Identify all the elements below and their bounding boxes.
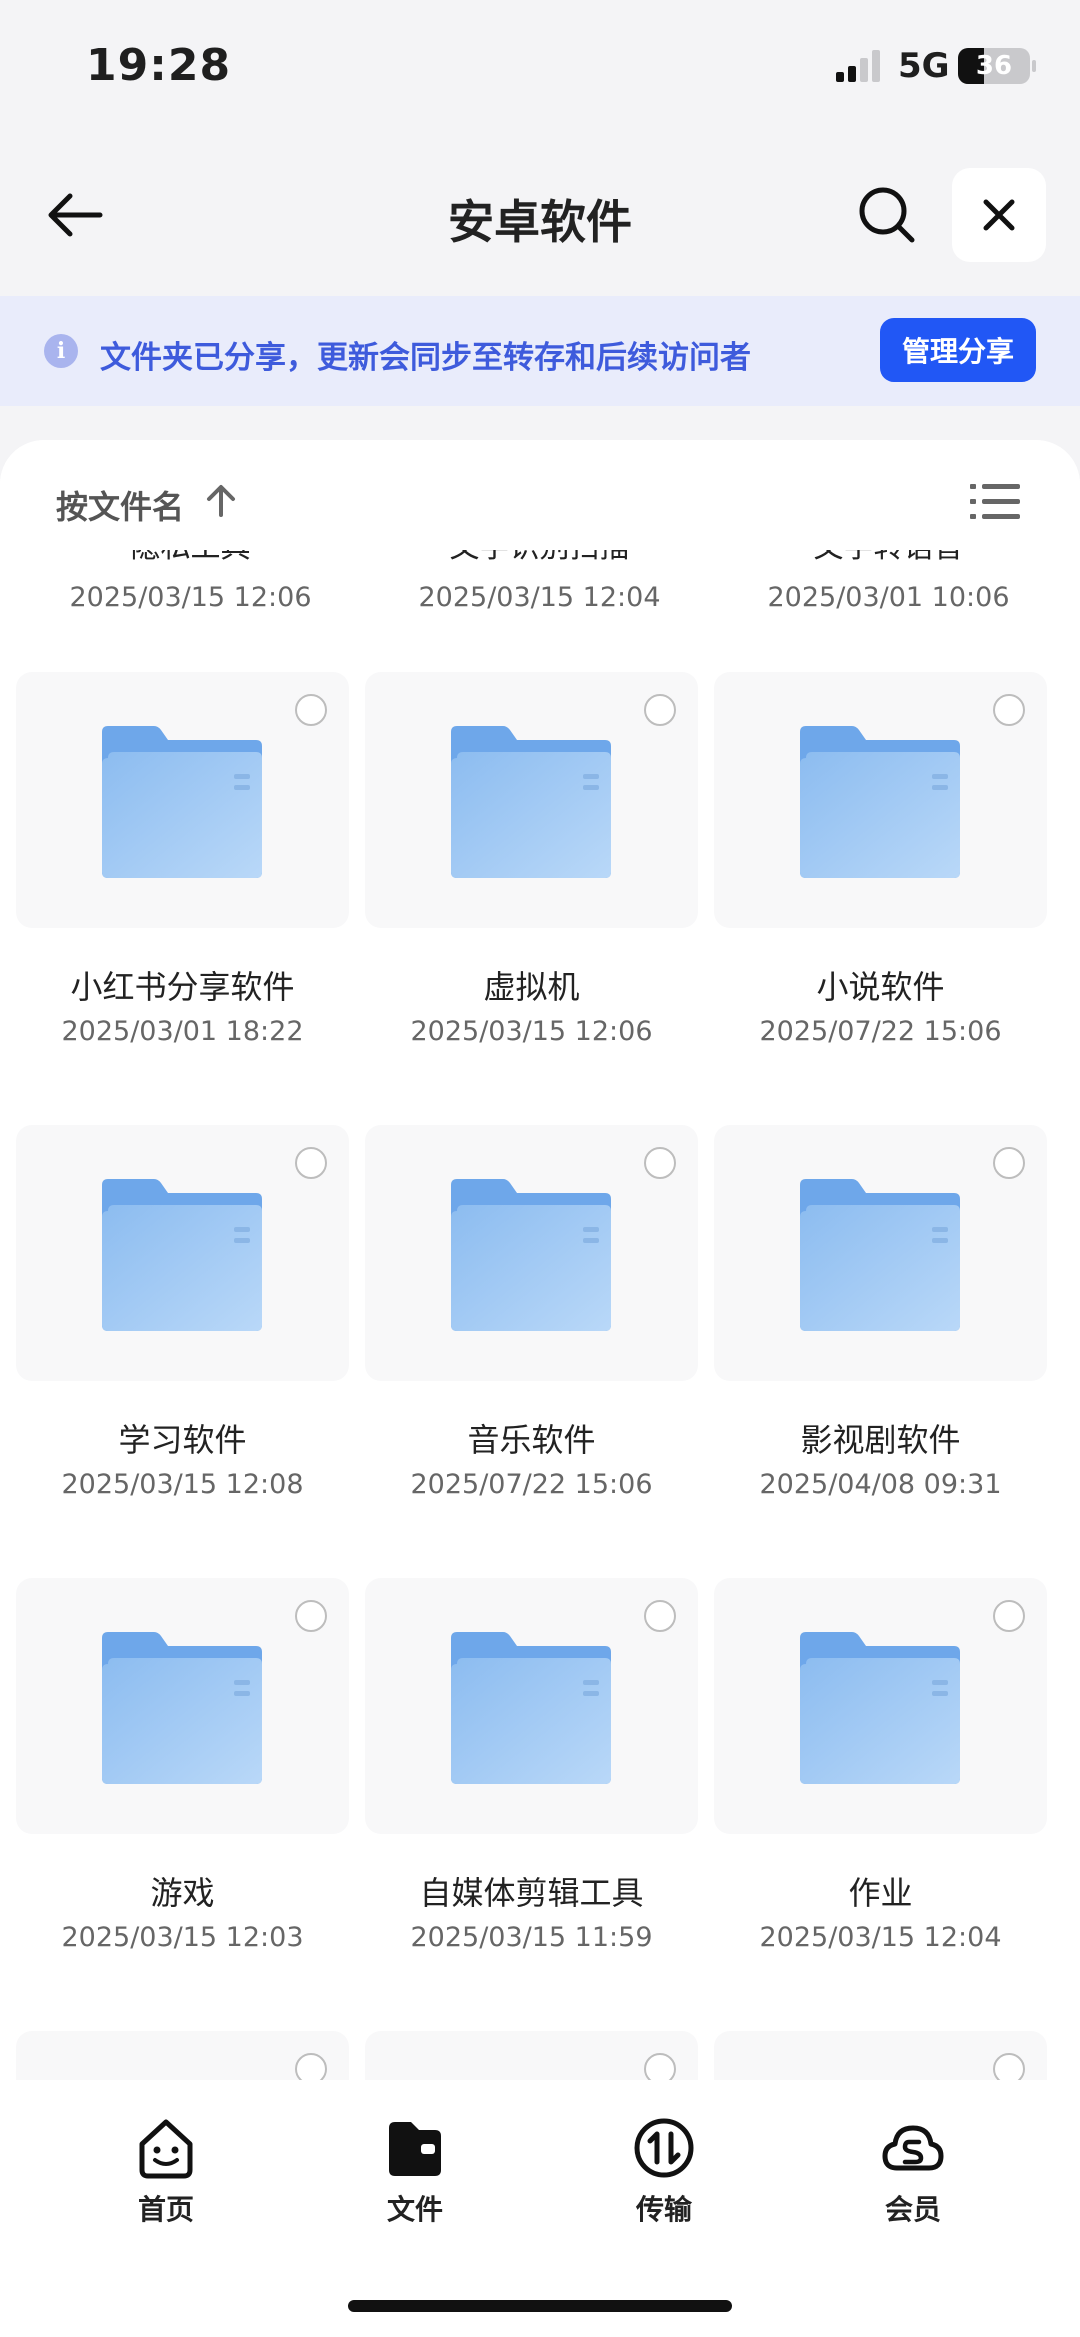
folder-date: 2025/07/22 15:06 <box>759 1016 1002 1047</box>
select-radio[interactable] <box>993 1600 1025 1632</box>
folder-tile[interactable] <box>16 2031 349 2080</box>
folder-icon <box>451 1632 611 1784</box>
folder-icon <box>800 726 960 878</box>
battery-cap <box>1032 60 1036 72</box>
folder-name: 小说软件 <box>816 968 945 1006</box>
select-radio[interactable] <box>993 694 1025 726</box>
folder-icon <box>800 1632 960 1784</box>
folder-date: 2025/03/15 12:06 <box>69 582 312 613</box>
nav-label-transfer: 传输 <box>635 2193 692 2226</box>
select-radio[interactable] <box>295 1600 327 1632</box>
status-bar: 19:28 5G 36 <box>0 0 1080 130</box>
nav-tab-home[interactable]: 首页 <box>66 2114 266 2226</box>
folder-tile[interactable] <box>365 672 698 928</box>
folder-date: 2025/03/15 11:59 <box>410 1922 653 1953</box>
folder-tile[interactable] <box>16 672 349 928</box>
home-indicator <box>348 2300 732 2312</box>
file-content-panel: 按文件名 隐私工具 2025/03/15 12:06 文字识别扫描 2025/0… <box>0 440 1080 2080</box>
info-icon: i <box>44 334 78 368</box>
search-button[interactable] <box>852 180 922 250</box>
manage-share-button[interactable]: 管理分享 <box>880 318 1036 382</box>
folder-name: 作业 <box>848 1874 913 1912</box>
membership-cloud-icon <box>882 2125 944 2171</box>
folder-name: 游戏 <box>150 1874 215 1912</box>
folder-name: 音乐软件 <box>467 1421 596 1459</box>
sort-bar: 按文件名 <box>0 440 1080 550</box>
nav-tab-transfer[interactable]: 传输 <box>564 2114 764 2226</box>
folder-name: 隐私工具 <box>16 550 365 566</box>
network-type: 5G <box>898 46 950 86</box>
folder-icon <box>102 1179 262 1331</box>
folder-name: 文字识别扫描 <box>365 550 714 566</box>
nav-label-files: 文件 <box>386 2193 443 2226</box>
select-radio[interactable] <box>644 1600 676 1632</box>
folder-tile[interactable] <box>365 1125 698 1381</box>
folder-icon <box>451 726 611 878</box>
close-icon <box>983 199 1015 231</box>
share-banner: i 文件夹已分享，更新会同步至转存和后续访问者 管理分享 <box>0 296 1080 406</box>
folder-wallet-icon <box>389 2122 441 2176</box>
select-radio[interactable] <box>993 1147 1025 1179</box>
folder-tile[interactable] <box>16 1125 349 1381</box>
battery-level: 36 <box>975 51 1013 81</box>
select-radio[interactable] <box>644 1147 676 1179</box>
folder-tile[interactable] <box>714 1578 1047 1834</box>
folder-date: 2025/03/01 18:22 <box>61 1016 304 1047</box>
folder-tile[interactable] <box>714 672 1047 928</box>
folder-name: 自媒体剪辑工具 <box>419 1874 644 1912</box>
folder-name: 虚拟机 <box>483 968 580 1006</box>
select-radio[interactable] <box>295 694 327 726</box>
header: 安卓软件 <box>0 150 1080 280</box>
folder-date: 2025/07/22 15:06 <box>410 1469 653 1500</box>
folder-icon <box>102 1632 262 1784</box>
folder-date: 2025/03/15 12:04 <box>759 1922 1002 1953</box>
bottom-nav: 首页 文件 传输 会员 <box>0 2080 1080 2337</box>
folder-icon <box>451 1179 611 1331</box>
nav-label-home: 首页 <box>137 2193 194 2226</box>
share-banner-text: 文件夹已分享，更新会同步至转存和后续访问者 <box>100 340 751 376</box>
folder-icon <box>800 1179 960 1331</box>
status-time: 19:28 <box>86 40 232 91</box>
folder-date: 2025/03/01 10:06 <box>767 582 1010 613</box>
arrow-up-icon[interactable] <box>204 484 238 518</box>
select-radio[interactable] <box>644 694 676 726</box>
close-button[interactable] <box>952 168 1046 262</box>
select-radio[interactable] <box>993 2053 1025 2080</box>
list-view-icon[interactable] <box>970 480 1020 524</box>
folder-date: 2025/03/15 12:03 <box>61 1922 304 1953</box>
folder-tile[interactable] <box>16 1578 349 1834</box>
home-face-icon <box>139 2119 193 2179</box>
file-grid: 隐私工具 2025/03/15 12:06 文字识别扫描 2025/03/15 … <box>0 550 1080 2080</box>
sort-by-name-button[interactable]: 按文件名 <box>56 482 184 528</box>
folder-icon <box>102 726 262 878</box>
folder-name: 学习软件 <box>118 1421 247 1459</box>
folder-name: 影视剧软件 <box>800 1421 961 1459</box>
folder-tile[interactable] <box>365 2031 698 2080</box>
select-radio[interactable] <box>644 2053 676 2080</box>
transfer-icon <box>634 2118 694 2178</box>
folder-date: 2025/03/15 12:04 <box>418 582 661 613</box>
folder-date: 2025/03/15 12:08 <box>61 1469 304 1500</box>
folder-tile[interactable] <box>714 1125 1047 1381</box>
search-icon <box>859 187 915 243</box>
folder-date: 2025/04/08 09:31 <box>759 1469 1002 1500</box>
nav-tab-files[interactable]: 文件 <box>315 2114 515 2226</box>
folder-tile[interactable] <box>365 1578 698 1834</box>
folder-name: 小红书分享软件 <box>70 968 295 1006</box>
folder-name: 文字转语音 <box>714 550 1063 566</box>
folder-date: 2025/03/15 12:06 <box>410 1016 653 1047</box>
select-radio[interactable] <box>295 1147 327 1179</box>
folder-tile[interactable] <box>714 2031 1047 2080</box>
select-radio[interactable] <box>295 2053 327 2080</box>
signal-icon <box>836 50 880 82</box>
nav-tab-membership[interactable]: 会员 <box>813 2114 1013 2226</box>
nav-label-membership: 会员 <box>884 2193 941 2226</box>
battery-icon: 36 <box>958 48 1030 84</box>
